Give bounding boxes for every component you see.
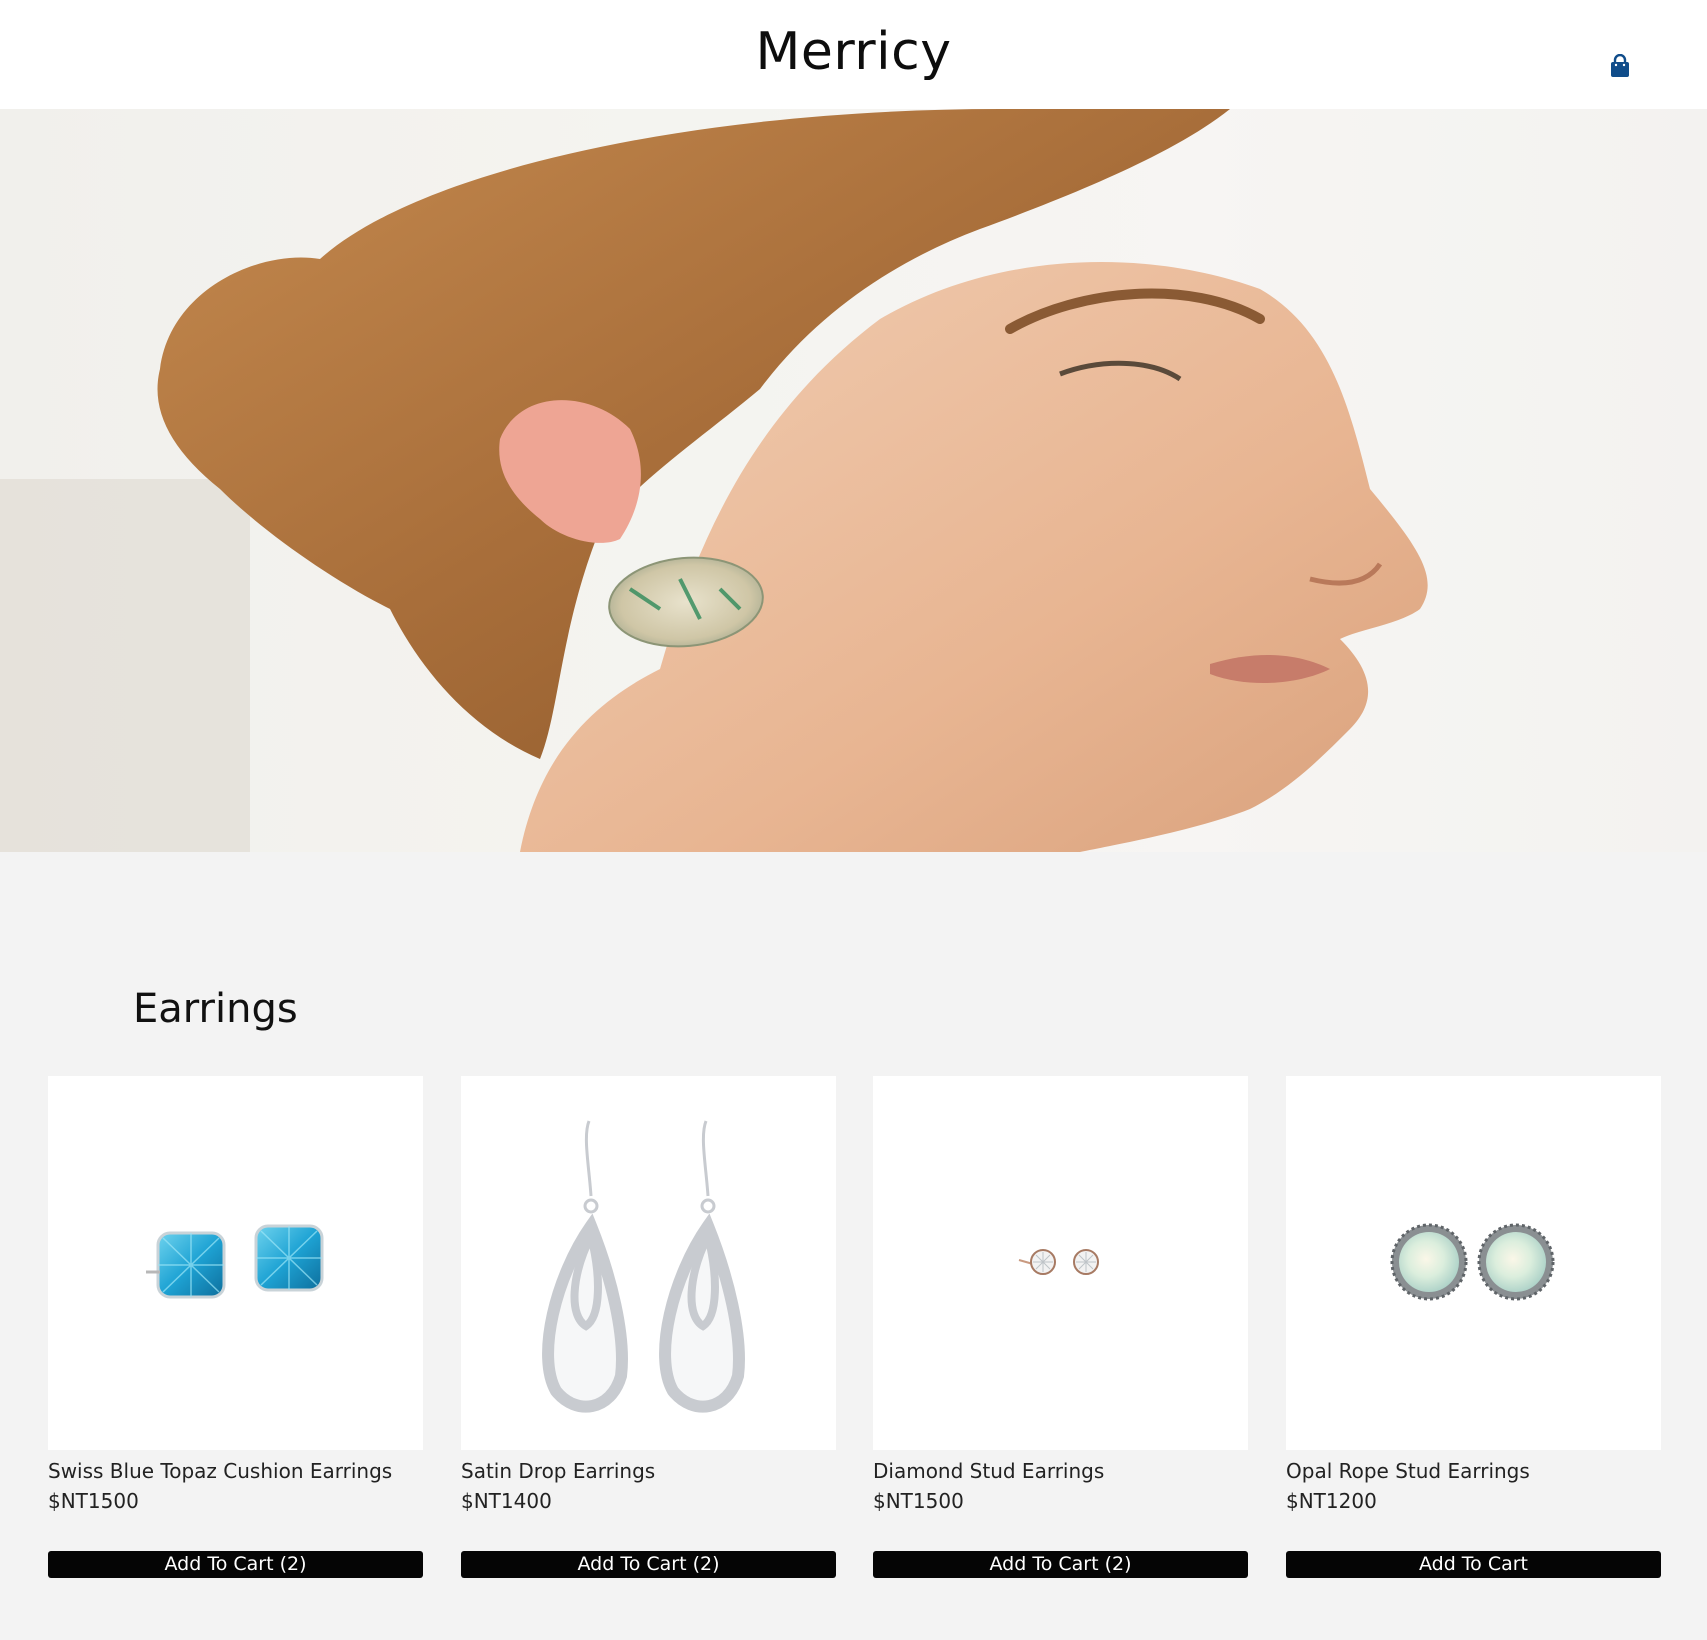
product-price: $NT1500: [48, 1489, 139, 1513]
blue-topaz-earrings-photo: [146, 1224, 324, 1299]
satin-drop-earrings-photo: [542, 1120, 745, 1413]
product-name[interactable]: Opal Rope Stud Earrings: [1286, 1459, 1661, 1483]
shopping-bag-icon[interactable]: [1609, 53, 1631, 78]
add-to-cart-button[interactable]: Add To Cart (2): [873, 1551, 1248, 1578]
product-price: $NT1500: [873, 1489, 964, 1513]
hero-photo: [0, 109, 1707, 852]
product-name[interactable]: Satin Drop Earrings: [461, 1459, 836, 1483]
product-price: $NT1200: [1286, 1489, 1377, 1513]
product-name[interactable]: Diamond Stud Earrings: [873, 1459, 1248, 1483]
product-image[interactable]: [461, 1076, 836, 1450]
product-card: Swiss Blue Topaz Cushion Earrings $NT150…: [48, 1076, 423, 1578]
add-to-cart-button[interactable]: Add To Cart (2): [48, 1551, 423, 1578]
add-to-cart-button[interactable]: Add To Cart: [1286, 1551, 1661, 1578]
product-card: Diamond Stud Earrings $NT1500 Add To Car…: [873, 1076, 1248, 1578]
hero-banner: [0, 109, 1707, 852]
product-price: $NT1400: [461, 1489, 552, 1513]
diamond-stud-earrings-photo: [1018, 1249, 1099, 1275]
product-card: Opal Rope Stud Earrings $NT1200 Add To C…: [1286, 1076, 1661, 1578]
site-header: Merricy: [0, 0, 1707, 109]
opal-rope-stud-earrings-photo: [1390, 1223, 1555, 1301]
section-title: Earrings: [133, 986, 298, 1032]
product-image[interactable]: [48, 1076, 423, 1450]
product-name[interactable]: Swiss Blue Topaz Cushion Earrings: [48, 1459, 423, 1483]
add-to-cart-button[interactable]: Add To Cart (2): [461, 1551, 836, 1578]
product-image[interactable]: [873, 1076, 1248, 1450]
product-card: Satin Drop Earrings $NT1400 Add To Cart …: [461, 1076, 836, 1578]
product-image[interactable]: [1286, 1076, 1661, 1450]
brand-logo[interactable]: Merricy: [0, 22, 1707, 82]
